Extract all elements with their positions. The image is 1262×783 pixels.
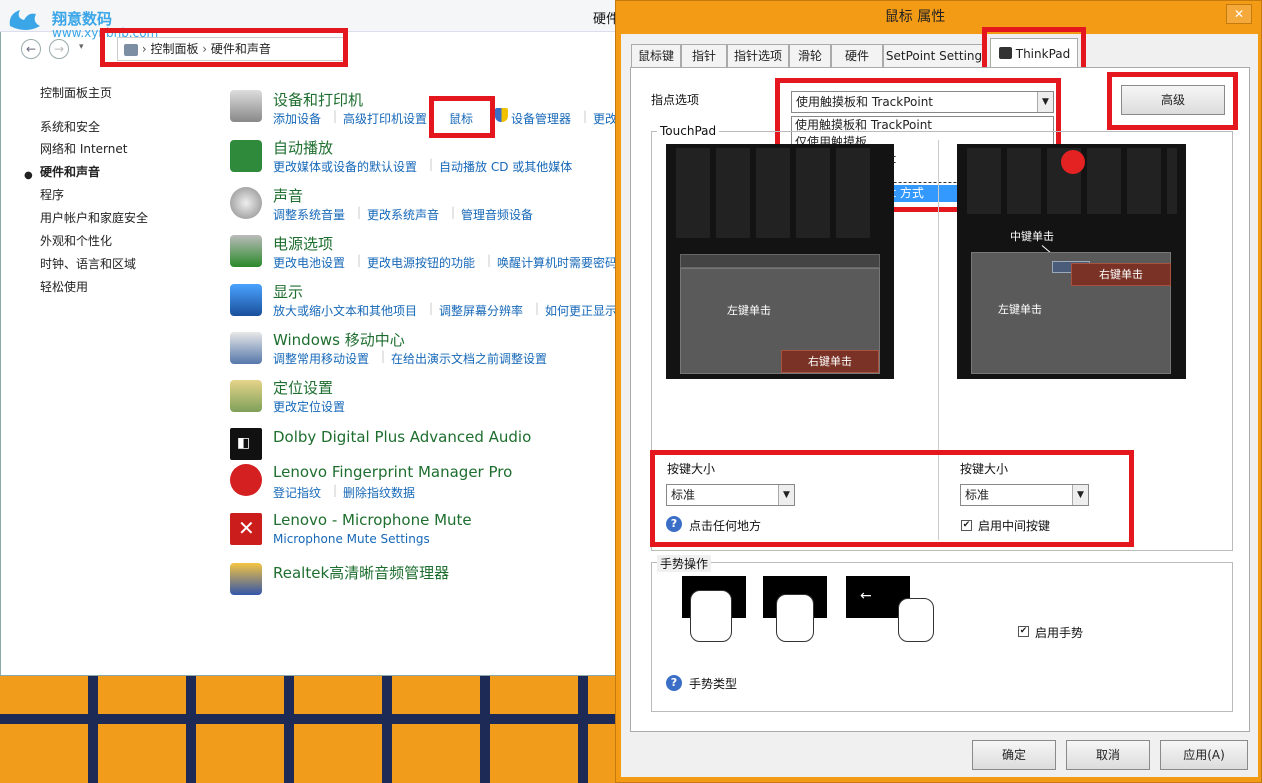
- power-icon: [230, 235, 262, 267]
- middle-click-label: 中键单击: [1010, 230, 1054, 243]
- nav-system-security[interactable]: 系统和安全: [40, 118, 100, 135]
- history-chevron-icon[interactable]: ▾: [79, 42, 84, 52]
- link-manage-audio-devices[interactable]: 管理音频设备: [461, 206, 533, 223]
- hand-rotate-icon: [690, 590, 732, 642]
- nav-programs[interactable]: 程序: [40, 186, 64, 203]
- link-enroll-fingerprint[interactable]: 登记指纹: [273, 484, 321, 501]
- cat-fingerprint[interactable]: Lenovo Fingerprint Manager Pro: [273, 463, 512, 481]
- forward-arrow-icon: →: [53, 42, 65, 56]
- back-arrow-icon: ←: [25, 42, 37, 56]
- right-click-zone-left: 右键单击: [781, 350, 879, 373]
- desktop-background: [0, 676, 640, 783]
- cat-display[interactable]: 显示: [273, 281, 303, 302]
- back-button[interactable]: ←: [21, 39, 41, 59]
- link-delete-fingerprint[interactable]: 删除指纹数据: [343, 484, 415, 501]
- nav-home[interactable]: 控制面板主页: [40, 84, 112, 101]
- cat-microphone-mute[interactable]: Lenovo - Microphone Mute: [273, 511, 472, 529]
- link-change-media-defaults[interactable]: 更改媒体或设备的默认设置: [273, 158, 417, 175]
- right-click-label-right: 右键单击: [1099, 268, 1143, 281]
- link-screen-resolution[interactable]: 调整屏幕分辨率: [439, 302, 523, 319]
- link-correct-display[interactable]: 如何更正显示: [545, 302, 617, 319]
- right-click-label-left: 右键单击: [808, 355, 852, 368]
- trackpoint-dot-icon: [1061, 150, 1085, 174]
- nav-clock-region[interactable]: 时钟、语言和区域: [40, 255, 136, 272]
- cat-devices-printers[interactable]: 设备和打印机: [273, 89, 363, 110]
- gesture-group-label: 手势操作: [657, 555, 712, 572]
- top-button-strip-left: [680, 254, 880, 268]
- link-battery-settings[interactable]: 更改电池设置: [273, 254, 345, 271]
- gesture-type-label: 手势类型: [689, 677, 738, 691]
- left-click-label-left: 左键单击: [727, 304, 771, 317]
- help-icon[interactable]: ?: [666, 675, 682, 691]
- watermark-icon: [9, 10, 40, 30]
- link-mobility-settings[interactable]: 调整常用移动设置: [273, 350, 369, 367]
- enable-gestures-label: 启用手势: [1035, 626, 1084, 640]
- link-presentation-settings[interactable]: 在给出演示文档之前调整设置: [391, 350, 547, 367]
- nav-appearance[interactable]: 外观和个性化: [40, 232, 112, 249]
- tab-mouse-buttons[interactable]: 鼠标键: [631, 44, 681, 67]
- ok-button[interactable]: 确定: [972, 740, 1056, 770]
- display-icon: [230, 284, 262, 316]
- cat-location[interactable]: 定位设置: [273, 377, 333, 398]
- tab-pointer[interactable]: 指针: [681, 44, 727, 67]
- link-change-system-sounds[interactable]: 更改系统声音: [367, 206, 439, 223]
- close-icon: ✕: [1233, 7, 1245, 21]
- enable-gestures-checkbox[interactable]: ✔: [1018, 626, 1029, 637]
- hand-swipe-icon: [898, 598, 934, 642]
- link-wakeup-password[interactable]: 唤醒计算机时需要密码: [497, 254, 617, 271]
- link-autoplay-cd[interactable]: 自动播放 CD 或其他媒体: [439, 158, 572, 175]
- tab-setpoint[interactable]: SetPoint Setting: [883, 44, 985, 67]
- current-nav-bullet-icon: ●: [24, 170, 33, 181]
- cat-dolby[interactable]: Dolby Digital Plus Advanced Audio: [273, 428, 531, 446]
- pointing-options-label: 指点选项: [651, 93, 700, 107]
- speaker-icon: [230, 187, 262, 219]
- close-button[interactable]: ✕: [1226, 4, 1252, 24]
- cat-power[interactable]: 电源选项: [273, 233, 333, 254]
- nav-network[interactable]: 网络和 Internet: [40, 140, 127, 157]
- cat-autoplay[interactable]: 自动播放: [273, 137, 333, 158]
- left-click-label-right: 左键单击: [998, 303, 1042, 316]
- microphone-mute-icon: ✕: [230, 513, 262, 545]
- highlight-button-size: [650, 450, 1134, 547]
- tab-pointer-options[interactable]: 指针选项: [727, 44, 789, 67]
- checkmark-icon: ✔: [1019, 626, 1028, 636]
- dialog-title: 鼠标 属性: [884, 9, 946, 25]
- link-text-size[interactable]: 放大或缩小文本和其他项目: [273, 302, 417, 319]
- right-click-zone-right: 右键单击: [1071, 263, 1171, 286]
- link-advanced-printer[interactable]: 高级打印机设置: [343, 110, 427, 127]
- fingerprint-icon: [230, 464, 262, 496]
- realtek-icon: [230, 563, 262, 595]
- location-icon: [230, 380, 262, 412]
- link-location-settings[interactable]: 更改定位设置: [273, 398, 345, 415]
- dolby-icon: ◧: [230, 428, 262, 460]
- forward-button[interactable]: →: [49, 39, 69, 59]
- keyboard-keys-left: [676, 148, 876, 238]
- link-device-manager[interactable]: 设备管理器: [511, 110, 571, 127]
- printer-icon: [230, 90, 262, 122]
- hand-two-finger-icon: [776, 594, 814, 642]
- link-power-button[interactable]: 更改电源按钮的功能: [367, 254, 475, 271]
- shield-icon: [495, 108, 508, 122]
- highlight-advanced-button: [1107, 72, 1238, 130]
- nav-user-accounts[interactable]: 用户帐户和家庭安全: [40, 209, 148, 226]
- autoplay-icon: [230, 140, 262, 172]
- tab-hardware[interactable]: 硬件: [831, 44, 883, 67]
- tab-wheel[interactable]: 滑轮: [789, 44, 831, 67]
- highlight-breadcrumb: [100, 28, 348, 67]
- cat-realtek[interactable]: Realtek高清晰音频管理器: [273, 562, 449, 583]
- cancel-button[interactable]: 取消: [1066, 740, 1150, 770]
- link-add-device[interactable]: 添加设备: [273, 110, 321, 127]
- cat-mobility-center[interactable]: Windows 移动中心: [273, 329, 405, 350]
- cat-sound[interactable]: 声音: [273, 185, 303, 206]
- link-adjust-volume[interactable]: 调整系统音量: [273, 206, 345, 223]
- link-microphone-mute-settings[interactable]: Microphone Mute Settings: [273, 532, 430, 546]
- link-change-partial[interactable]: 更改: [593, 110, 617, 127]
- mobility-center-icon: [230, 332, 262, 364]
- nav-hardware-sound[interactable]: 硬件和声音: [40, 163, 100, 180]
- apply-button[interactable]: 应用(A): [1160, 740, 1248, 770]
- nav-ease-of-access[interactable]: 轻松使用: [40, 278, 88, 295]
- touchpad-group-label: TouchPad: [657, 124, 720, 138]
- highlight-mouse-link: [429, 96, 495, 138]
